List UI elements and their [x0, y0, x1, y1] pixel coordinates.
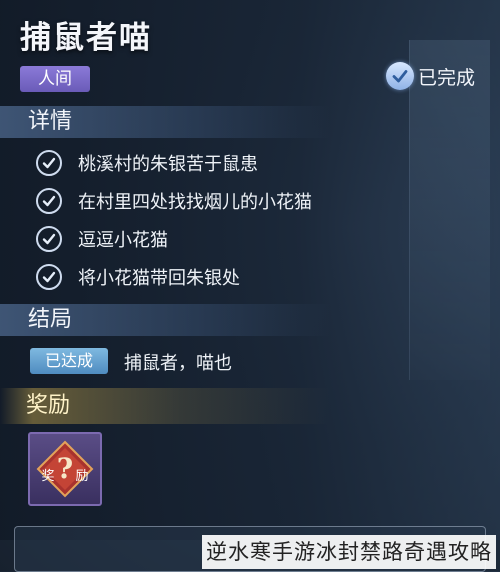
mystery-reward-icon: ? 奖 励 — [36, 440, 94, 498]
task-item: 将小花猫带回朱银处 — [36, 264, 240, 290]
quest-title: 捕鼠者喵 — [20, 20, 152, 56]
task-item: 桃溪村的朱银苦于鼠患 — [36, 150, 258, 176]
achieved-badge: 已达成 — [30, 348, 108, 374]
check-circle-icon — [36, 264, 62, 290]
check-icon — [386, 62, 414, 90]
task-label: 逗逗小花猫 — [78, 230, 168, 251]
reward-header: 奖励 — [0, 388, 330, 424]
watermark-caption: 逆水寒手游冰封禁路奇遇攻略 — [202, 535, 496, 569]
task-label: 将小花猫带回朱银处 — [78, 268, 240, 289]
background-decoration — [409, 40, 490, 380]
status-text: 已完成 — [418, 66, 476, 89]
completion-status: 已完成 — [386, 62, 475, 90]
details-header: 详情 — [0, 106, 330, 138]
ending-text: 捕鼠者，喵也 — [124, 353, 232, 374]
task-label: 桃溪村的朱银苦于鼠患 — [78, 154, 258, 175]
reward-label-right: 励 — [75, 469, 88, 484]
reward-symbol: ? — [57, 452, 73, 485]
check-circle-icon — [36, 188, 62, 214]
realm-badge: 人间 — [20, 66, 90, 92]
reward-label-left: 奖 — [41, 469, 54, 484]
task-item: 在村里四处找找烟儿的小花猫 — [36, 188, 312, 214]
check-circle-icon — [36, 150, 62, 176]
task-item: 逗逗小花猫 — [36, 226, 168, 252]
check-circle-icon — [36, 226, 62, 252]
reward-item-slot[interactable]: ? 奖 励 — [28, 432, 102, 506]
task-label: 在村里四处找找烟儿的小花猫 — [78, 192, 312, 213]
ending-header: 结局 — [0, 304, 330, 336]
